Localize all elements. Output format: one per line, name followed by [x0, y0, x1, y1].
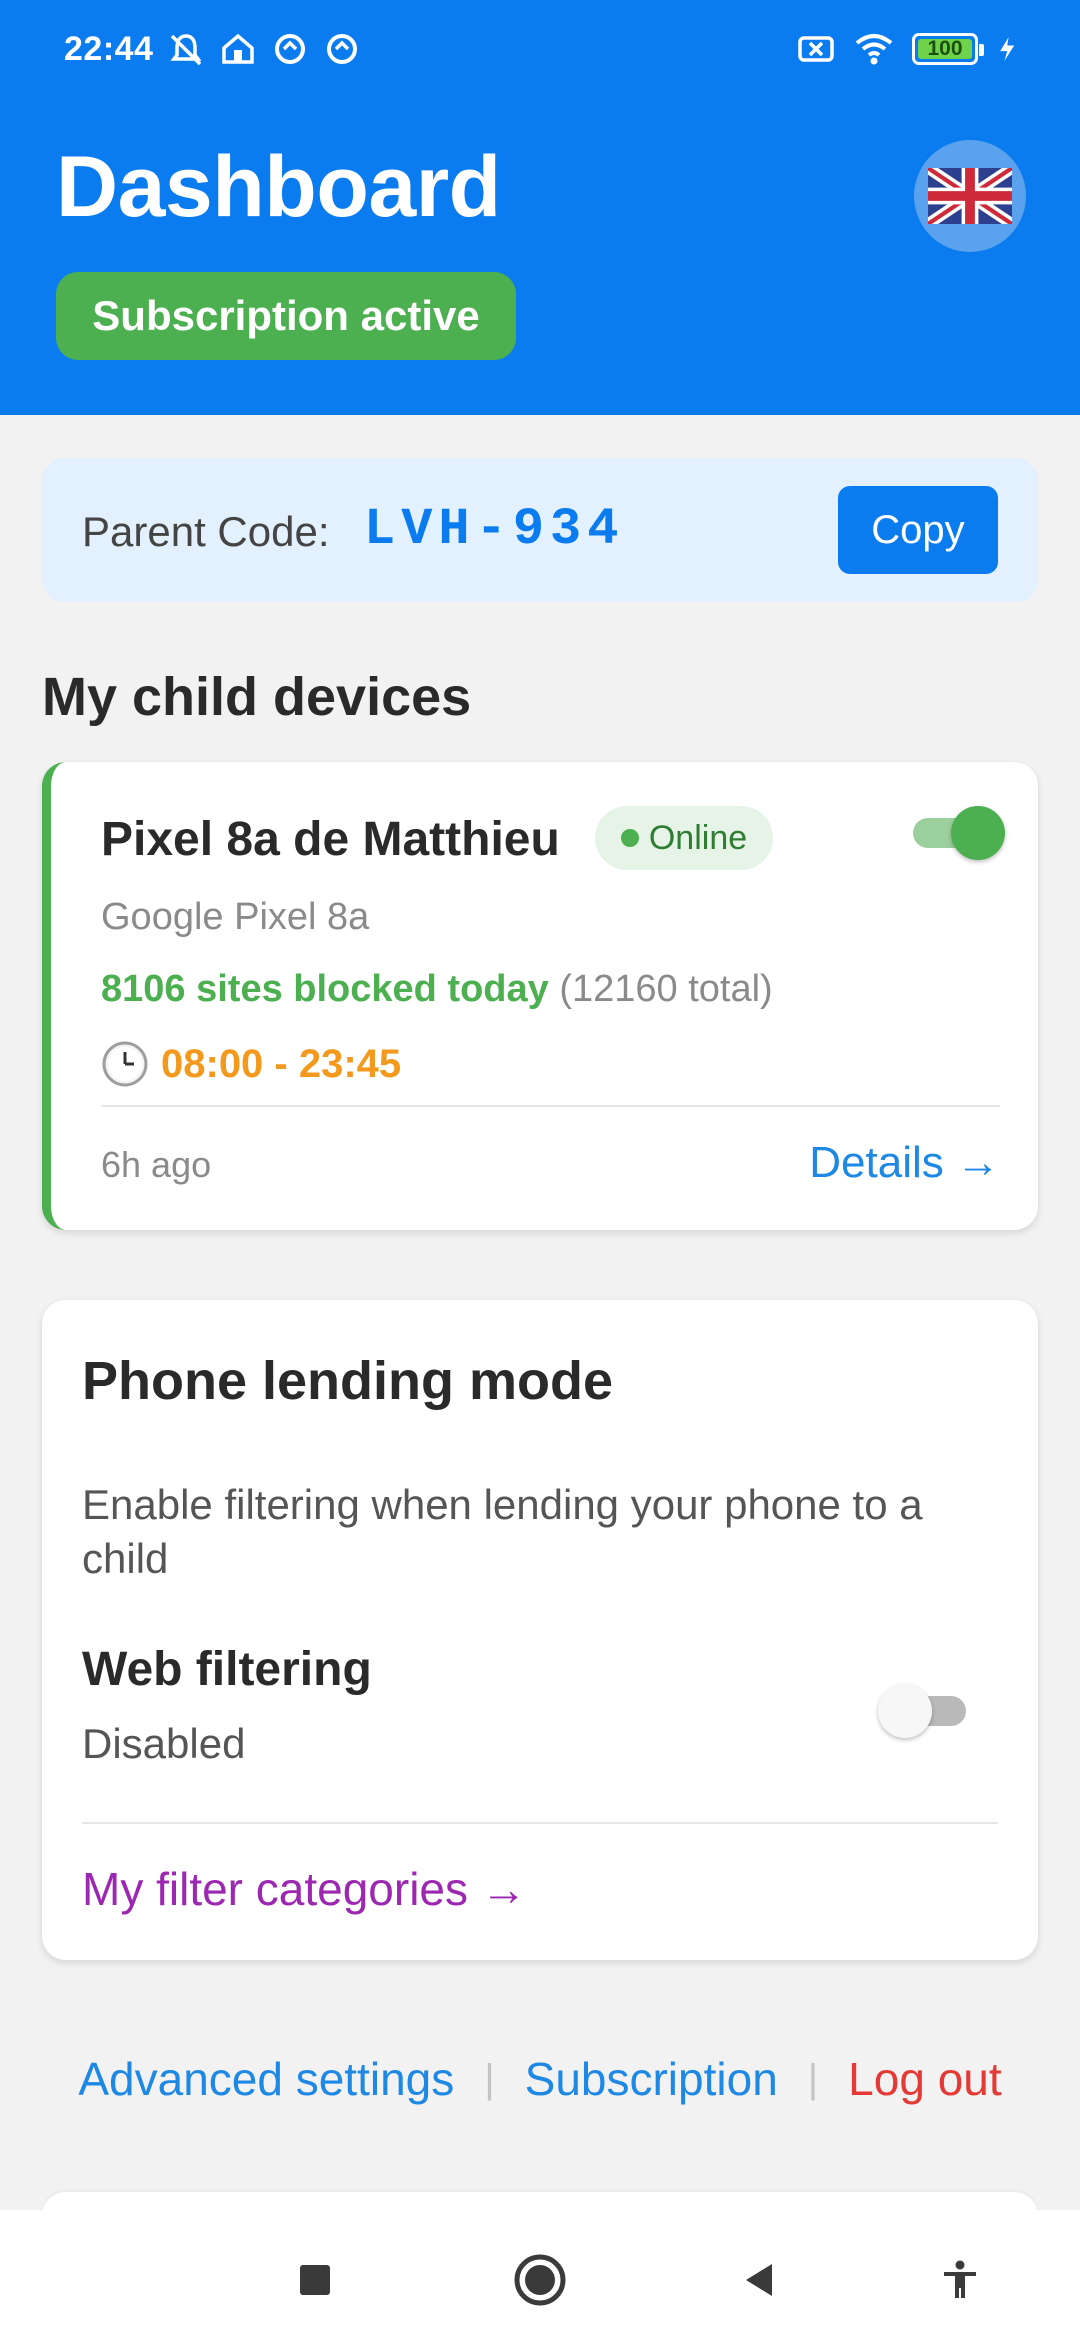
parent-code-card: Parent Code: LVH-934 Copy	[42, 458, 1038, 602]
home-icon	[514, 2254, 566, 2306]
data-saver-icon	[275, 34, 305, 64]
details-link[interactable]: Details →	[809, 1138, 1000, 1188]
blocked-total: (12160 total)	[559, 968, 773, 1010]
status-left-icons	[166, 28, 362, 70]
clock-icon	[102, 1041, 148, 1087]
divider	[82, 1822, 998, 1824]
accessibility-button[interactable]	[930, 2250, 990, 2310]
back-button[interactable]	[730, 2250, 790, 2310]
recents-button[interactable]	[285, 2250, 345, 2310]
devices-section-title: My child devices	[42, 667, 472, 727]
web-filtering-status: Disabled	[82, 1720, 246, 1767]
device-protection-toggle[interactable]	[909, 804, 1005, 860]
home-button[interactable]	[510, 2250, 570, 2310]
blocked-today: 8106 sites blocked today	[101, 968, 549, 1010]
blocked-stats: 8106 sites blocked today (12160 total)	[101, 968, 773, 1011]
app-header: 22:44 100 Dashboard Subscription active	[0, 0, 1080, 415]
footer-links: Advanced settings | Subscription | Log o…	[0, 2052, 1080, 2106]
mute-icon	[170, 34, 202, 66]
recents-icon	[300, 2265, 330, 2295]
advanced-settings-link[interactable]: Advanced settings	[78, 2052, 454, 2106]
back-icon	[746, 2264, 772, 2296]
filter-categories-link[interactable]: My filter categories →	[82, 1862, 527, 1916]
schedule: 08:00 - 23:45	[101, 1040, 401, 1088]
device-name: Pixel 8a de Matthieu	[101, 813, 560, 866]
subscription-link[interactable]: Subscription	[525, 2052, 778, 2106]
language-button[interactable]	[914, 140, 1026, 252]
link-separator: |	[807, 2056, 819, 2101]
uk-flag-icon	[928, 168, 1012, 224]
home-icon	[222, 33, 254, 64]
copy-code-button[interactable]: Copy	[838, 486, 998, 574]
status-bar: 22:44 100	[0, 0, 1080, 100]
battery-level: 100	[927, 37, 963, 60]
divider	[101, 1105, 1000, 1107]
link-separator: |	[484, 2056, 495, 2101]
accessibility-icon	[944, 2260, 976, 2298]
data-saver-icon	[327, 34, 357, 64]
web-filtering-label: Web filtering	[82, 1643, 372, 1696]
lending-mode-card: Phone lending mode Enable filtering when…	[42, 1300, 1038, 1960]
system-navigation-bar	[0, 2210, 1080, 2340]
battery-icon: 100	[912, 33, 984, 65]
wifi-icon	[855, 34, 893, 65]
page-title: Dashboard	[56, 139, 501, 235]
charging-icon	[1000, 37, 1015, 61]
last-seen: 6h ago	[101, 1144, 212, 1185]
status-right-icons: 100	[796, 28, 1024, 70]
web-filtering-toggle[interactable]	[878, 1682, 974, 1738]
parent-code-label: Parent Code:	[82, 508, 330, 555]
online-status-label: Online	[648, 818, 748, 857]
lending-mode-description: Enable filtering when lending your phone…	[82, 1481, 923, 1582]
schedule-time: 08:00 - 23:45	[161, 1041, 402, 1086]
status-time: 22:44	[64, 30, 154, 68]
sim-error-icon	[798, 36, 834, 62]
device-model: Google Pixel 8a	[101, 896, 370, 938]
subscription-status-badge[interactable]: Subscription active	[56, 272, 516, 360]
logout-link[interactable]: Log out	[848, 2052, 1001, 2106]
parent-code-value: LVH-934	[364, 500, 625, 559]
device-card[interactable]: Pixel 8a de Matthieu Online Google Pixel…	[42, 762, 1038, 1230]
lending-mode-title: Phone lending mode	[82, 1351, 614, 1411]
online-dot-icon	[620, 829, 639, 847]
online-status-badge: Online	[595, 806, 773, 870]
